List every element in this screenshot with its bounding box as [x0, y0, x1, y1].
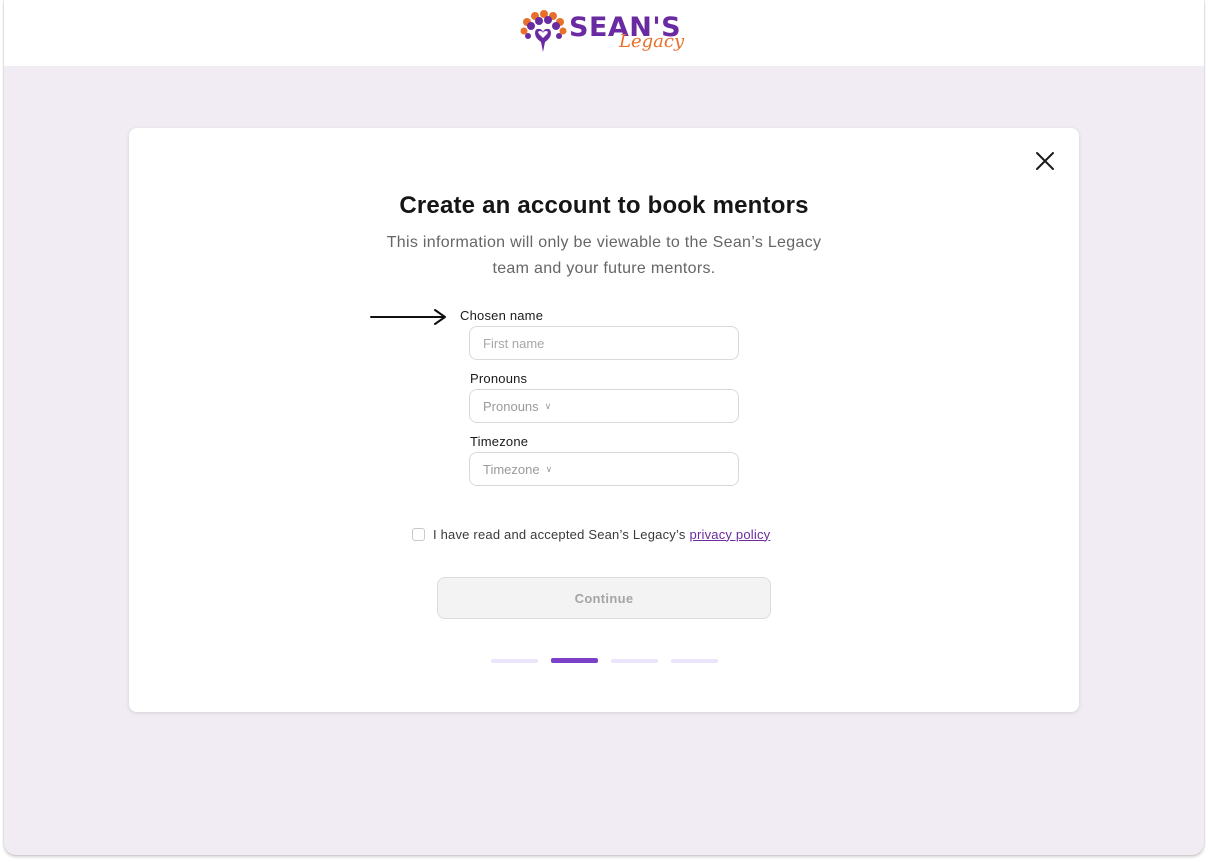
timezone-selected-value: Timezone — [483, 461, 540, 477]
signup-modal: Create an account to book mentors This i… — [129, 128, 1079, 712]
close-icon — [1036, 152, 1054, 170]
chosen-name-label: Chosen name — [460, 308, 544, 323]
timezone-label: Timezone — [470, 434, 529, 449]
app-frame: SEAN'S Legacy Create an account to book … — [4, 0, 1204, 855]
chosen-name-input[interactable] — [469, 326, 739, 360]
modal-title: Create an account to book mentors — [399, 192, 809, 219]
top-bar: SEAN'S Legacy — [4, 0, 1204, 66]
chevron-down-icon: ∨ — [544, 400, 552, 411]
arrow-right-icon — [370, 309, 446, 325]
chevron-down-icon: ∨ — [545, 463, 553, 474]
tree-heart-logo-icon — [520, 10, 567, 52]
progress-step-4 — [671, 659, 718, 663]
close-button[interactable] — [1034, 150, 1056, 172]
modal-subtitle: This information will only be viewable t… — [386, 234, 822, 277]
timezone-select[interactable]: Timezone ∨ — [469, 452, 739, 486]
progress-step-1 — [491, 659, 538, 663]
pronouns-label: Pronouns — [470, 371, 528, 386]
brand-subname: Legacy — [619, 31, 685, 52]
privacy-checkbox[interactable] — [412, 527, 425, 541]
pronouns-selected-value: Pronouns — [483, 398, 539, 414]
progress-step-2-active — [551, 658, 598, 663]
consent-text: I have read and accepted Sean’s Legacy’s — [433, 526, 686, 542]
continue-button[interactable]: Continue — [437, 577, 771, 619]
privacy-consent: I have read and accepted Sean’s Legacy’s… — [412, 524, 770, 544]
progress-steps — [491, 658, 721, 665]
brand-logo[interactable]: SEAN'S Legacy — [517, 8, 702, 58]
pronouns-select[interactable]: Pronouns ∨ — [469, 389, 739, 423]
progress-step-3 — [611, 659, 658, 663]
privacy-policy-link[interactable]: privacy policy — [690, 527, 771, 542]
